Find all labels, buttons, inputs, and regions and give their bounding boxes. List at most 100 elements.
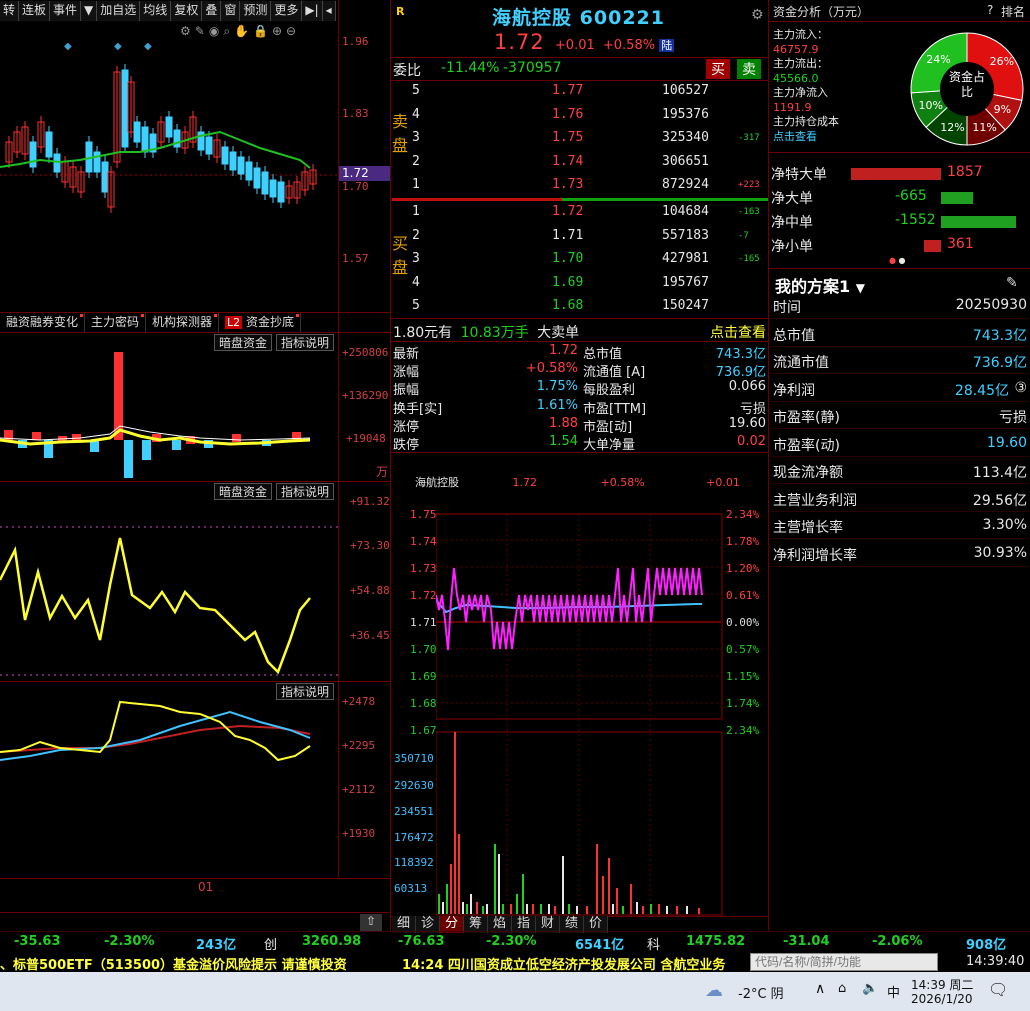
toolbar-btn-more[interactable]: 更多 [271,1,303,21]
stock-search-input[interactable] [750,953,938,971]
sell-level-row[interactable]: 3 1.75 325340 -317 [392,130,768,153]
cost-link[interactable]: 点击查看 [773,130,839,145]
weather-icon[interactable]: ☁ [705,980,723,1001]
big-order-row: 1.80元有 10.83万手 大卖单 点击查看 [393,322,768,342]
tab-fund-bottom[interactable]: L2 资金抄底 [219,313,302,332]
tab-main-code[interactable]: 主力密码 [85,313,147,332]
sell-button[interactable]: 卖 [737,59,761,79]
intraday-price-tick: 1.72 [410,589,437,602]
net-order-row: 净小单 361 [771,235,1030,257]
toolbar-btn-zhuan[interactable]: 转 [0,1,20,21]
plan-key: 流通市值 [773,355,829,371]
toolbar-btn-window[interactable]: 窗 [221,1,241,21]
intraday-price-tick: 1.67 [410,724,437,737]
panel1-label: +19048 [346,432,386,445]
net-order-value: -665 [895,188,927,204]
page-dots[interactable]: ● ● [889,256,906,265]
tab-institution-detector[interactable]: 机构探测器 [146,313,220,332]
plan-row: 主营增长率 3.30% [771,513,1029,539]
stat-value: 亏损 [739,401,766,417]
net-inflow-label: 主力净流入 [773,86,828,99]
stat-value: 0.02 [737,434,766,449]
net-order-value: 361 [947,236,974,252]
gear-icon[interactable]: ⚙ [751,7,764,23]
net-profit-badge[interactable]: ③ [1014,380,1027,396]
edit-icon[interactable]: ✎ [1006,275,1018,291]
net-order-row: 净大单 -665 [771,187,1030,209]
volume-icon[interactable]: 🔈 [862,981,878,996]
buy-level-row[interactable]: 1 1.72 104684 -163 [392,204,768,227]
fund-rank-link[interactable]: 排名 [1001,3,1025,20]
index-c-name[interactable]: 科 [647,934,660,953]
sell-level-row[interactable]: 5 1.77 106527 [392,83,768,106]
indicator-help-button[interactable]: 指标说明 [276,334,335,351]
stat-value: 19.60 [728,415,766,431]
level-delta: -317 [738,133,760,143]
collapse-up-icon[interactable]: ⇧ [360,914,382,931]
dark-fund-button[interactable]: 暗盘资金 [214,334,273,351]
ime-indicator[interactable]: 中 [887,982,900,1001]
level-number: 4 [412,274,420,290]
toolbar-btn-forecast[interactable]: 预测 [240,1,272,21]
plan-row: 时间 20250930 [771,293,1029,319]
kline-price-label: 1.96 [342,35,369,48]
buy-level-row[interactable]: 4 1.69 195767 [392,275,768,298]
index-b-name[interactable]: 创 [264,934,277,953]
level-price: 1.77 [552,83,584,98]
tray-chevron-icon[interactable]: ∧ [815,981,825,997]
plan-row: 主营业务利润 29.56亿 [771,486,1029,512]
sell-level-row[interactable]: 2 1.74 306651 [392,154,768,177]
level-volume: 150247 [662,298,709,313]
level-number: 1 [412,204,420,219]
level-price: 1.75 [552,130,584,145]
stat-value: 0.066 [728,379,766,395]
kline-price-label: 1.57 [342,252,369,265]
panel2-label: +91.32 [350,495,390,508]
indicator-help-button-3[interactable]: 指标说明 [276,683,335,700]
inflow-label: 主力流入： [773,28,828,41]
buy-level-row[interactable]: 3 1.70 427981 -165 [392,251,768,274]
toolbar-btn-shijian[interactable]: 事件 [50,1,82,21]
fund-help-icon[interactable]: ? [987,3,993,17]
plan-key: 主营增长率 [773,520,843,536]
plan-row: 市盈率(动) 19.60 [771,431,1029,457]
intraday-price-tick: 1.73 [410,562,437,575]
toolbar-right-arrow-icon[interactable]: ◂ [322,1,336,21]
toolbar-btn-ma[interactable]: 均线 [140,1,172,21]
level-delta: -165 [738,254,760,264]
plan-key: 市盈率(静) [773,410,840,426]
intraday-price-tick: 1.75 [410,508,437,521]
big-order-link[interactable]: 点击查看 [710,322,766,342]
taskbar-time[interactable]: 14:39 周二 [911,976,973,993]
ticker-news-1[interactable]: 、标普500ETF（513500）基金溢价风险提示 请谨慎投资 [0,954,347,973]
toolbar-btn-fuquan[interactable]: 复权 [171,1,203,21]
ticker-news-2[interactable]: 14:24 四川国资成立低空经济产投发展公司 含航空业务 [402,954,725,973]
network-icon[interactable]: ⌂ [838,981,846,996]
tab-margin-trading[interactable]: 融资融券变化 [0,313,86,332]
level-price: 1.73 [552,177,584,192]
weather-text[interactable]: -2°C 阴 [738,983,784,1002]
intraday-pct: +0.58% [600,476,645,489]
buy-level-row[interactable]: 2 1.71 557183 -7 [392,228,768,251]
toolbar-dropdown-icon[interactable]: ▼ [81,1,98,21]
toolbar-btn-overlay[interactable]: 叠 [202,1,222,21]
intraday-pct-tick: 1.74% [726,697,760,710]
notification-icon[interactable]: 🗨 [988,980,1008,999]
taskbar-date[interactable]: 2026/1/20 [911,992,973,1006]
toolbar-expand-icon[interactable]: ▶| [302,1,323,21]
dark-fund-button-2[interactable]: 暗盘资金 [214,483,273,500]
toolbar-btn-lianban[interactable]: 连板 [19,1,51,21]
sell-level-row[interactable]: 1 1.73 872924 +223 [392,177,768,200]
sell-level-row[interactable]: 4 1.76 195376 [392,107,768,130]
intraday-volume-tick: 118392 [394,856,434,869]
index-b-change: -76.63 [398,934,445,949]
stat-label: 总市值 [583,347,623,362]
index-b-value: 3260.98 [302,934,362,949]
toolbar-btn-add-watch[interactable]: 加自选 [97,1,141,21]
net-order-value: -1552 [895,212,936,228]
indicator-help-button-2[interactable]: 指标说明 [276,483,335,500]
donut-slice-label: 9% [993,102,1012,116]
intraday-chart [436,513,723,916]
buy-button[interactable]: 买 [706,59,730,79]
net-order-bar [941,216,1016,228]
